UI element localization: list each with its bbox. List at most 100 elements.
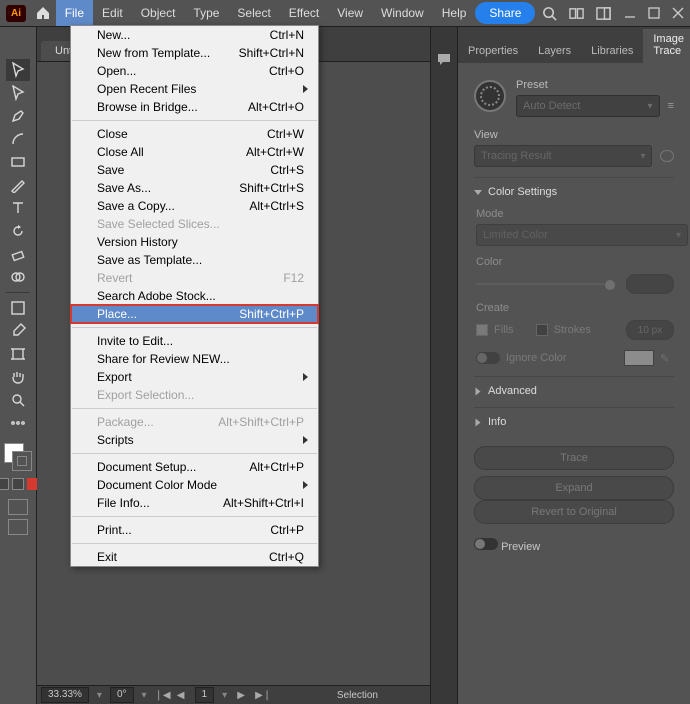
menu-item-package: Package...Alt+Shift+Ctrl+P — [71, 413, 318, 431]
ignore-color-swatch[interactable] — [624, 350, 654, 366]
prev-artboard-button[interactable]: ◀ — [175, 690, 187, 701]
menu-item-type[interactable]: Type — [184, 0, 228, 26]
menu-item-effect[interactable]: Effect — [280, 0, 328, 26]
left-toolbar — [0, 27, 37, 704]
panel-menu-icon[interactable]: ≡ — [668, 100, 674, 112]
shape-builder-tool[interactable] — [6, 266, 30, 288]
type-tool[interactable] — [6, 197, 30, 219]
menu-item-browse-in-bridge[interactable]: Browse in Bridge...Alt+Ctrl+O — [71, 98, 318, 116]
more-tools[interactable] — [6, 412, 30, 434]
menu-item-export[interactable]: Export — [71, 368, 318, 386]
vertical-scrollbar[interactable] — [418, 249, 428, 299]
hand-tool[interactable] — [6, 366, 30, 388]
menu-item-help[interactable]: Help — [433, 0, 476, 26]
menu-item-scripts[interactable]: Scripts — [71, 431, 318, 449]
gradient-tool[interactable] — [6, 297, 30, 319]
section-title: Info — [488, 416, 506, 428]
revert-button[interactable]: Revert to Original — [474, 500, 674, 524]
fills-label: Fills — [494, 324, 514, 336]
expand-button[interactable]: Expand — [474, 476, 674, 500]
panel-tab-properties[interactable]: Properties — [458, 41, 528, 63]
artboard-number[interactable]: 1 — [195, 687, 215, 703]
menu-item-new-from-template[interactable]: New from Template...Shift+Ctrl+N — [71, 44, 318, 62]
draw-mode-boxes[interactable] — [0, 478, 39, 490]
panel-tab-libraries[interactable]: Libraries — [581, 41, 643, 63]
preset-select[interactable]: Auto Detect — [516, 95, 660, 117]
menu-item-object[interactable]: Object — [132, 0, 185, 26]
image-trace-icon — [474, 80, 506, 112]
first-artboard-button[interactable]: ❘◀ — [155, 690, 167, 701]
menu-item-document-setup[interactable]: Document Setup...Alt+Ctrl+P — [71, 458, 318, 476]
menu-item-window[interactable]: Window — [372, 0, 433, 26]
window-maximize-button[interactable] — [644, 4, 664, 22]
window-minimize-button[interactable] — [620, 4, 640, 22]
section-advanced[interactable]: Advanced — [474, 385, 674, 397]
preview-toggle[interactable] — [474, 538, 498, 550]
menu-item-new[interactable]: New...Ctrl+N — [71, 26, 318, 44]
ignore-color-toggle[interactable] — [476, 352, 500, 364]
arrange-documents-icon[interactable] — [563, 0, 590, 26]
mode-select[interactable]: Limited Color — [476, 224, 688, 246]
menu-item-edit[interactable]: Edit — [93, 0, 132, 26]
menu-item-open-recent-files[interactable]: Open Recent Files — [71, 80, 318, 98]
eraser-tool[interactable] — [6, 243, 30, 265]
menu-item-close[interactable]: CloseCtrl+W — [71, 125, 318, 143]
window-close-button[interactable] — [668, 4, 688, 22]
section-color-settings[interactable]: Color Settings — [474, 186, 674, 198]
view-select[interactable]: Tracing Result — [474, 145, 652, 167]
screen-mode-buttons[interactable] — [8, 499, 28, 535]
fill-stroke-swatches[interactable] — [4, 443, 32, 471]
view-eye-icon[interactable] — [660, 150, 674, 162]
selection-tool[interactable] — [6, 59, 30, 81]
color-slider[interactable] — [476, 283, 616, 285]
eyedropper-icon[interactable]: ✎ — [660, 352, 674, 365]
trace-button[interactable]: Trace — [474, 446, 674, 470]
menu-item-select[interactable]: Select — [228, 0, 279, 26]
panel-tab-layers[interactable]: Layers — [528, 41, 581, 63]
menu-item-open[interactable]: Open...Ctrl+O — [71, 62, 318, 80]
stroke-px-box[interactable]: 10 px — [626, 320, 674, 340]
rotate-tool[interactable] — [6, 220, 30, 242]
color-value-box[interactable] — [626, 274, 674, 294]
menu-item-save-selected-slices: Save Selected Slices... — [71, 215, 318, 233]
section-info[interactable]: Info — [474, 416, 674, 428]
menu-item-exit[interactable]: ExitCtrl+Q — [71, 548, 318, 566]
menu-item-search-adobe-stock[interactable]: Search Adobe Stock... — [71, 287, 318, 305]
comments-panel-strip[interactable] — [430, 27, 457, 704]
ignore-color-label: Ignore Color — [506, 352, 567, 364]
menu-item-document-color-mode[interactable]: Document Color Mode — [71, 476, 318, 494]
direct-selection-tool[interactable] — [6, 82, 30, 104]
fills-checkbox[interactable] — [476, 324, 488, 336]
eyedropper-tool[interactable] — [6, 320, 30, 342]
preset-label: Preset — [516, 79, 674, 91]
menu-item-save-as-template[interactable]: Save as Template... — [71, 251, 318, 269]
panel-tab-image-trace[interactable]: Image Trace — [643, 29, 690, 63]
strokes-checkbox[interactable] — [536, 324, 548, 336]
menu-item-share-for-review-new[interactable]: Share for Review NEW... — [71, 350, 318, 368]
menu-item-save-as[interactable]: Save As...Shift+Ctrl+S — [71, 179, 318, 197]
next-artboard-button[interactable]: ▶ — [235, 690, 247, 701]
rotation-value[interactable]: 0° — [110, 687, 134, 703]
menu-item-close-all[interactable]: Close AllAlt+Ctrl+W — [71, 143, 318, 161]
menu-item-invite-to-edit[interactable]: Invite to Edit... — [71, 332, 318, 350]
menu-item-print[interactable]: Print...Ctrl+P — [71, 521, 318, 539]
paintbrush-tool[interactable] — [6, 174, 30, 196]
menu-item-file[interactable]: File — [56, 0, 93, 26]
menu-item-save[interactable]: SaveCtrl+S — [71, 161, 318, 179]
menu-item-version-history[interactable]: Version History — [71, 233, 318, 251]
workspace-icon[interactable] — [590, 0, 617, 26]
search-icon[interactable] — [535, 0, 562, 26]
menu-item-place[interactable]: Place...Shift+Ctrl+P — [71, 305, 318, 323]
menu-item-save-a-copy[interactable]: Save a Copy...Alt+Ctrl+S — [71, 197, 318, 215]
home-icon[interactable] — [30, 0, 56, 26]
artboard-tool[interactable] — [6, 343, 30, 365]
zoom-level[interactable]: 33.33% — [41, 687, 89, 703]
pen-tool[interactable] — [6, 105, 30, 127]
curvature-tool[interactable] — [6, 128, 30, 150]
share-button[interactable]: Share — [475, 2, 535, 24]
rectangle-tool[interactable] — [6, 151, 30, 173]
zoom-tool[interactable] — [6, 389, 30, 411]
menu-item-view[interactable]: View — [328, 0, 372, 26]
last-artboard-button[interactable]: ▶❘ — [255, 690, 267, 701]
menu-item-file-info[interactable]: File Info...Alt+Shift+Ctrl+I — [71, 494, 318, 512]
